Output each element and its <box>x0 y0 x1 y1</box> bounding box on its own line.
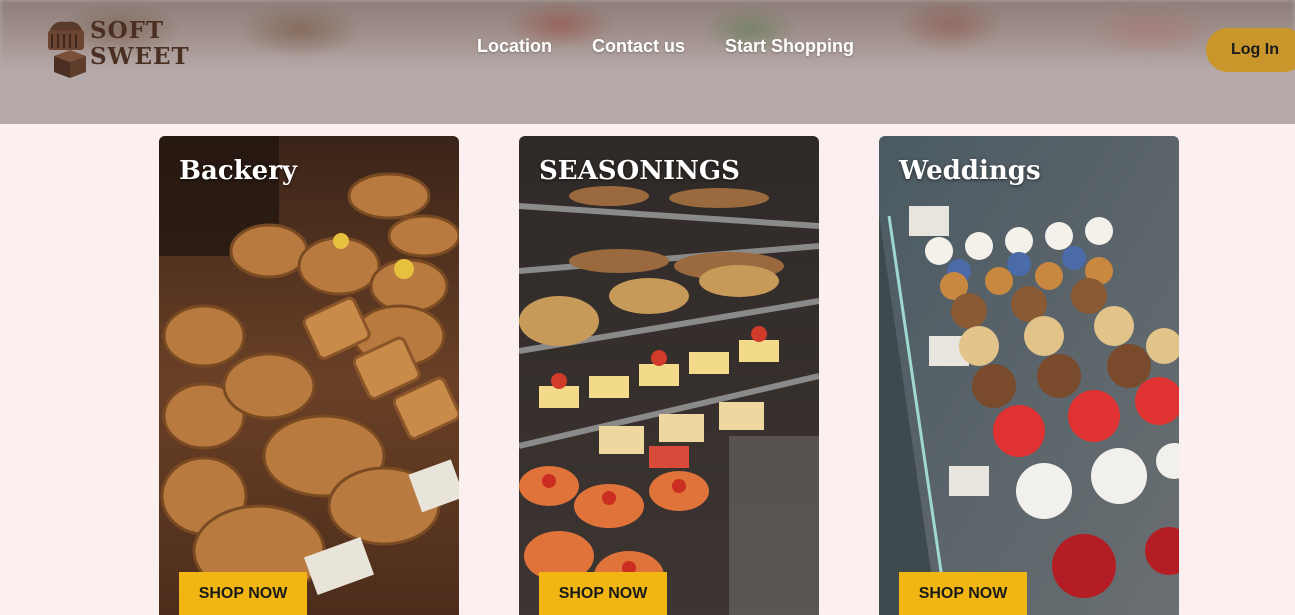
card-title: Weddings <box>899 156 1041 186</box>
nav-contact-us[interactable]: Contact us <box>592 36 685 57</box>
login-button[interactable]: Log In <box>1206 28 1295 72</box>
category-card-weddings[interactable]: Weddings SHOP NOW <box>879 136 1179 615</box>
header-background-photo <box>0 0 1295 70</box>
shop-now-button[interactable]: SHOP NOW <box>899 572 1027 615</box>
logo[interactable]: SOFT SWEET <box>40 16 189 78</box>
logo-text: SOFT SWEET <box>90 18 190 70</box>
cupcake-box-icon <box>48 21 86 78</box>
card-title: SEASONINGS <box>539 156 740 186</box>
logo-line-2: SWEET <box>90 43 190 70</box>
pastry-display-case-image <box>519 136 819 615</box>
main-nav: Location Contact us Start Shopping <box>477 36 854 57</box>
nav-location[interactable]: Location <box>477 36 552 57</box>
shop-now-button[interactable]: SHOP NOW <box>539 572 667 615</box>
category-card-seasonings[interactable]: SEASONINGS SHOP NOW <box>519 136 819 615</box>
bakery-pastries-image <box>159 136 459 615</box>
card-title: Backery <box>179 156 298 186</box>
dessert-display-image <box>879 136 1179 615</box>
nav-start-shopping[interactable]: Start Shopping <box>725 36 854 57</box>
shop-now-button[interactable]: SHOP NOW <box>179 572 307 615</box>
category-card-backery[interactable]: Backery SHOP NOW <box>159 136 459 615</box>
logo-line-1: SOFT <box>90 17 165 44</box>
site-header: SOFT SWEET Location Contact us Start Sho… <box>0 0 1295 124</box>
